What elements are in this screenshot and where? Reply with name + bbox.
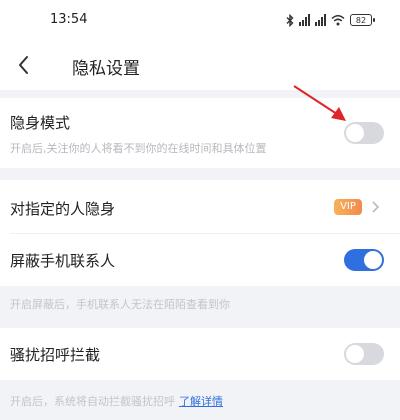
red-arrow-annotation bbox=[293, 85, 346, 121]
wifi-icon bbox=[331, 15, 345, 26]
status-bar: 13:54 82 bbox=[0, 0, 400, 40]
invisible-mode-description: 开启后,关注你的人将看不到你的在线时间和具体位置 bbox=[10, 142, 267, 155]
battery-icon: 82 bbox=[350, 14, 375, 26]
back-icon bbox=[19, 56, 28, 74]
vip-badge: VIP bbox=[334, 199, 362, 215]
status-time: 13:54 bbox=[50, 12, 88, 27]
toggle-knob bbox=[346, 345, 364, 363]
signal-icon bbox=[299, 14, 310, 26]
status-icons: 82 bbox=[286, 12, 375, 28]
learn-more-link[interactable]: 了解详情 bbox=[179, 395, 223, 408]
bluetooth-icon bbox=[286, 13, 294, 27]
back-button[interactable] bbox=[10, 50, 40, 80]
toggle-knob bbox=[364, 251, 382, 269]
harass-block-note: 开启后，系统将自动拦截骚扰招呼 bbox=[10, 395, 175, 408]
specific-invisible-row[interactable]: 对指定的人隐身 VIP bbox=[0, 180, 400, 233]
block-contacts-title: 屏蔽手机联系人 bbox=[10, 252, 116, 270]
block-contacts-note: 开启屏蔽后，手机联系人无法在陌陌查看到你 bbox=[10, 298, 230, 311]
invisible-mode-title: 隐身模式 bbox=[10, 114, 71, 132]
specific-invisible-title: 对指定的人隐身 bbox=[10, 200, 116, 218]
harass-block-toggle[interactable] bbox=[344, 343, 384, 365]
harass-block-note-line: 开启后，系统将自动拦截骚扰招呼 了解详情 bbox=[10, 393, 223, 409]
block-contacts-toggle[interactable] bbox=[344, 249, 384, 271]
harass-block-row: 骚扰招呼拦截 bbox=[0, 328, 400, 380]
page-title: 隐私设置 bbox=[72, 59, 140, 79]
battery-level: 82 bbox=[355, 16, 367, 25]
harass-block-title: 骚扰招呼拦截 bbox=[10, 346, 101, 364]
block-contacts-row: 屏蔽手机联系人 bbox=[0, 234, 400, 286]
signal-icon-2 bbox=[315, 14, 326, 26]
chevron-right-icon bbox=[372, 201, 380, 213]
settings-group: 对指定的人隐身 VIP 屏蔽手机联系人 bbox=[0, 180, 400, 286]
